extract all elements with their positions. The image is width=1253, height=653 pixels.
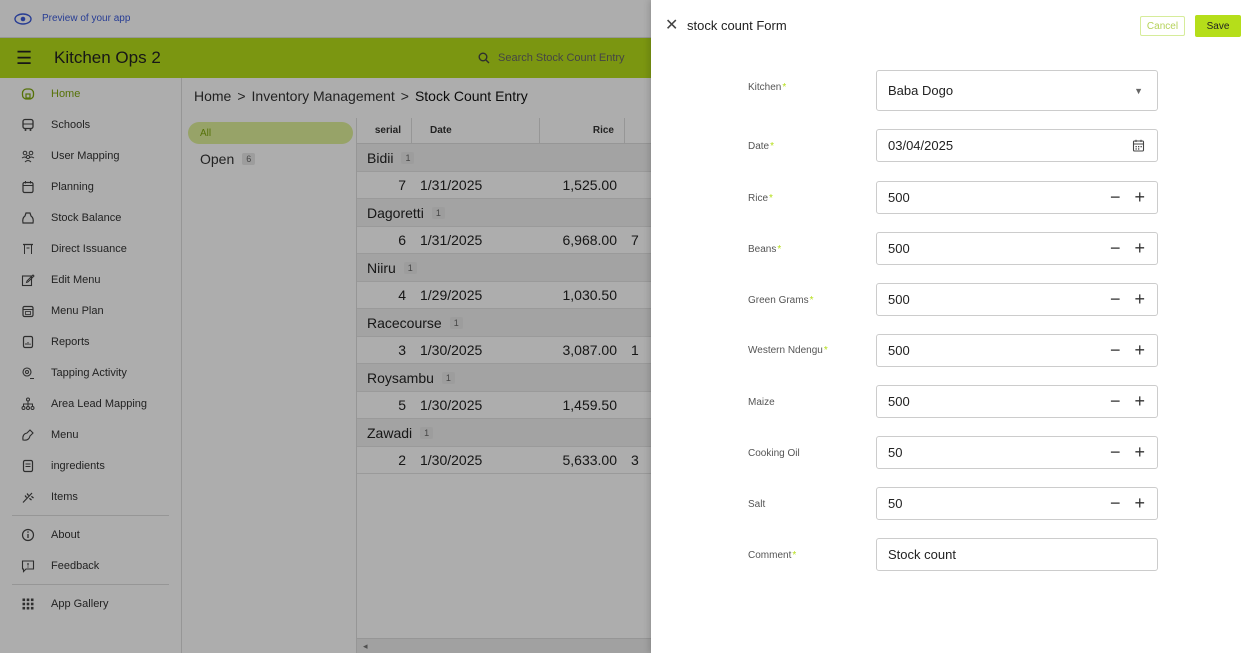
minus-icon[interactable]: − — [1110, 238, 1121, 259]
field-label-text: Western Ndengu — [748, 345, 823, 356]
salt-label: Salt — [748, 499, 765, 510]
rice-label: Rice* — [748, 193, 773, 204]
required-asterisk: * — [782, 82, 787, 93]
field-label-text: Beans — [748, 244, 777, 255]
field-label-text: Cooking Oil — [748, 448, 800, 459]
stepper-controls: − + — [1110, 391, 1157, 412]
stepper-controls: − + — [1110, 289, 1157, 310]
chevron-down-icon[interactable]: ▼ — [1134, 86, 1157, 96]
rice-stepper[interactable]: 500 − + — [876, 181, 1158, 214]
field-value: 500 — [888, 394, 910, 409]
background-app: Preview of your app ☰ Kitchen Ops 2 Sear… — [0, 0, 651, 653]
field-label-text: Salt — [748, 499, 766, 510]
salt-stepper[interactable]: 50 − + — [876, 487, 1158, 520]
minus-icon[interactable]: − — [1110, 442, 1121, 463]
field-value: 500 — [888, 343, 910, 358]
field-value: 500 — [888, 241, 910, 256]
plus-icon[interactable]: + — [1134, 238, 1145, 259]
minus-icon[interactable]: − — [1110, 391, 1121, 412]
plus-icon[interactable]: + — [1134, 187, 1145, 208]
save-button[interactable]: Save — [1195, 15, 1241, 37]
cooking-oil-stepper[interactable]: 50 − + — [876, 436, 1158, 469]
field-value: 500 — [888, 190, 910, 205]
maize-label: Maize — [748, 397, 775, 408]
stepper-controls: − + — [1110, 187, 1157, 208]
cancel-button[interactable]: Cancel — [1140, 16, 1185, 36]
required-asterisk: * — [823, 345, 828, 356]
green-grams-label: Green Grams* — [748, 295, 813, 306]
plus-icon[interactable]: + — [1134, 493, 1145, 514]
stepper-controls: − + — [1110, 238, 1157, 259]
required-asterisk: * — [777, 244, 782, 255]
calendar-icon[interactable] — [1132, 139, 1157, 152]
beans-stepper[interactable]: 500 − + — [876, 232, 1158, 265]
western-ndengu-label: Western Ndengu* — [748, 345, 828, 356]
stepper-controls: − + — [1110, 442, 1157, 463]
field-value: 03/04/2025 — [888, 138, 954, 153]
plus-icon[interactable]: + — [1134, 340, 1145, 361]
plus-icon[interactable]: + — [1134, 391, 1145, 412]
kitchen-label: Kitchen* — [748, 82, 786, 93]
minus-icon[interactable]: − — [1110, 340, 1121, 361]
field-value: 500 — [888, 292, 910, 307]
stepper-controls: − + — [1110, 340, 1157, 361]
field-value: Baba Dogo — [888, 83, 954, 98]
plus-icon[interactable]: + — [1134, 289, 1145, 310]
form-title: stock count Form — [687, 17, 787, 33]
minus-icon[interactable]: − — [1110, 187, 1121, 208]
required-asterisk: * — [770, 141, 775, 152]
comment-field[interactable]: Stock count — [876, 538, 1158, 571]
comment-label: Comment* — [748, 550, 796, 561]
maize-stepper[interactable]: 500 − + — [876, 385, 1158, 418]
stepper-controls: − + — [1110, 493, 1157, 514]
field-value: Stock count — [888, 547, 956, 562]
field-label-text: Maize — [748, 397, 775, 408]
western-ndengu-stepper[interactable]: 500 − + — [876, 334, 1158, 367]
stock-count-form-panel: ✕ stock count Form Cancel Save Kitchen* B… — [651, 0, 1253, 653]
cooking-oil-label: Cooking Oil — [748, 448, 800, 459]
required-asterisk: * — [769, 193, 773, 204]
field-value: 50 — [888, 445, 903, 460]
beans-label: Beans* — [748, 244, 781, 255]
field-label-text: Kitchen — [748, 82, 782, 93]
required-asterisk: * — [792, 550, 797, 561]
required-asterisk: * — [809, 295, 814, 306]
minus-icon[interactable]: − — [1110, 289, 1121, 310]
close-icon[interactable]: ✕ — [665, 15, 687, 35]
field-label-text: Green Grams — [748, 295, 809, 306]
field-value: 50 — [888, 496, 903, 511]
date-field[interactable]: 03/04/2025 — [876, 129, 1158, 162]
kitchen-select[interactable]: Baba Dogo ▼ — [876, 70, 1158, 111]
date-label: Date* — [748, 141, 774, 152]
field-label-text: Date — [748, 141, 770, 152]
modal-backdrop[interactable] — [0, 0, 651, 653]
plus-icon[interactable]: + — [1134, 442, 1145, 463]
green-grams-stepper[interactable]: 500 − + — [876, 283, 1158, 316]
field-label-text: Rice — [748, 193, 769, 204]
field-label-text: Comment — [748, 550, 792, 561]
minus-icon[interactable]: − — [1110, 493, 1121, 514]
